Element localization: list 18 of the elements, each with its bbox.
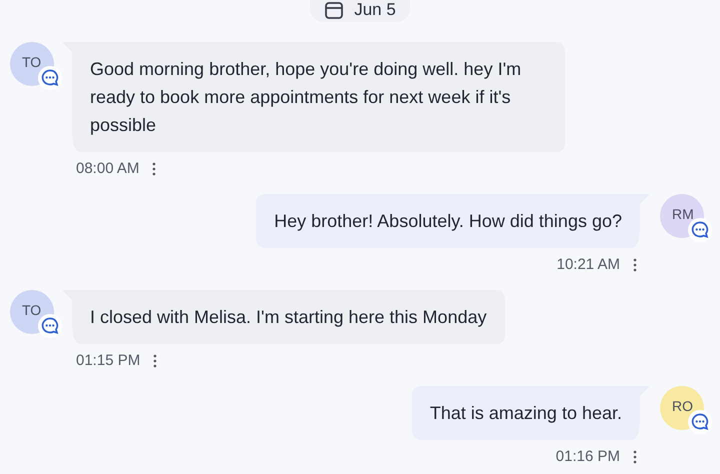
more-options-icon[interactable] bbox=[151, 162, 158, 176]
calendar-icon bbox=[324, 0, 344, 20]
message-bubble: Good morning brother, hope you're doing well. hey I'm ready to book more appointments for next week if it's possible bbox=[62, 42, 565, 152]
message-time: 08:00 AM bbox=[76, 160, 140, 177]
message-time: 01:16 PM bbox=[556, 448, 620, 465]
message-time: 01:15 PM bbox=[76, 352, 140, 369]
chat-bubble-icon bbox=[688, 218, 712, 242]
chat-bubble-icon bbox=[38, 66, 62, 90]
more-options-icon[interactable] bbox=[632, 258, 638, 272]
more-options-icon[interactable] bbox=[632, 450, 638, 464]
chat-bubble-icon bbox=[38, 314, 62, 338]
message-bubble: Hey brother! Absolutely. How did things go? bbox=[256, 194, 650, 248]
message-time: 10:21 AM bbox=[556, 256, 620, 273]
more-options-icon[interactable] bbox=[152, 354, 158, 368]
chat-bubble-icon bbox=[688, 410, 712, 434]
message-bubble: That is amazing to hear. bbox=[412, 386, 650, 440]
message-bubble: I closed with Melisa. I'm starting here this Monday bbox=[62, 290, 505, 344]
date-label: Jun 5 bbox=[354, 0, 396, 20]
